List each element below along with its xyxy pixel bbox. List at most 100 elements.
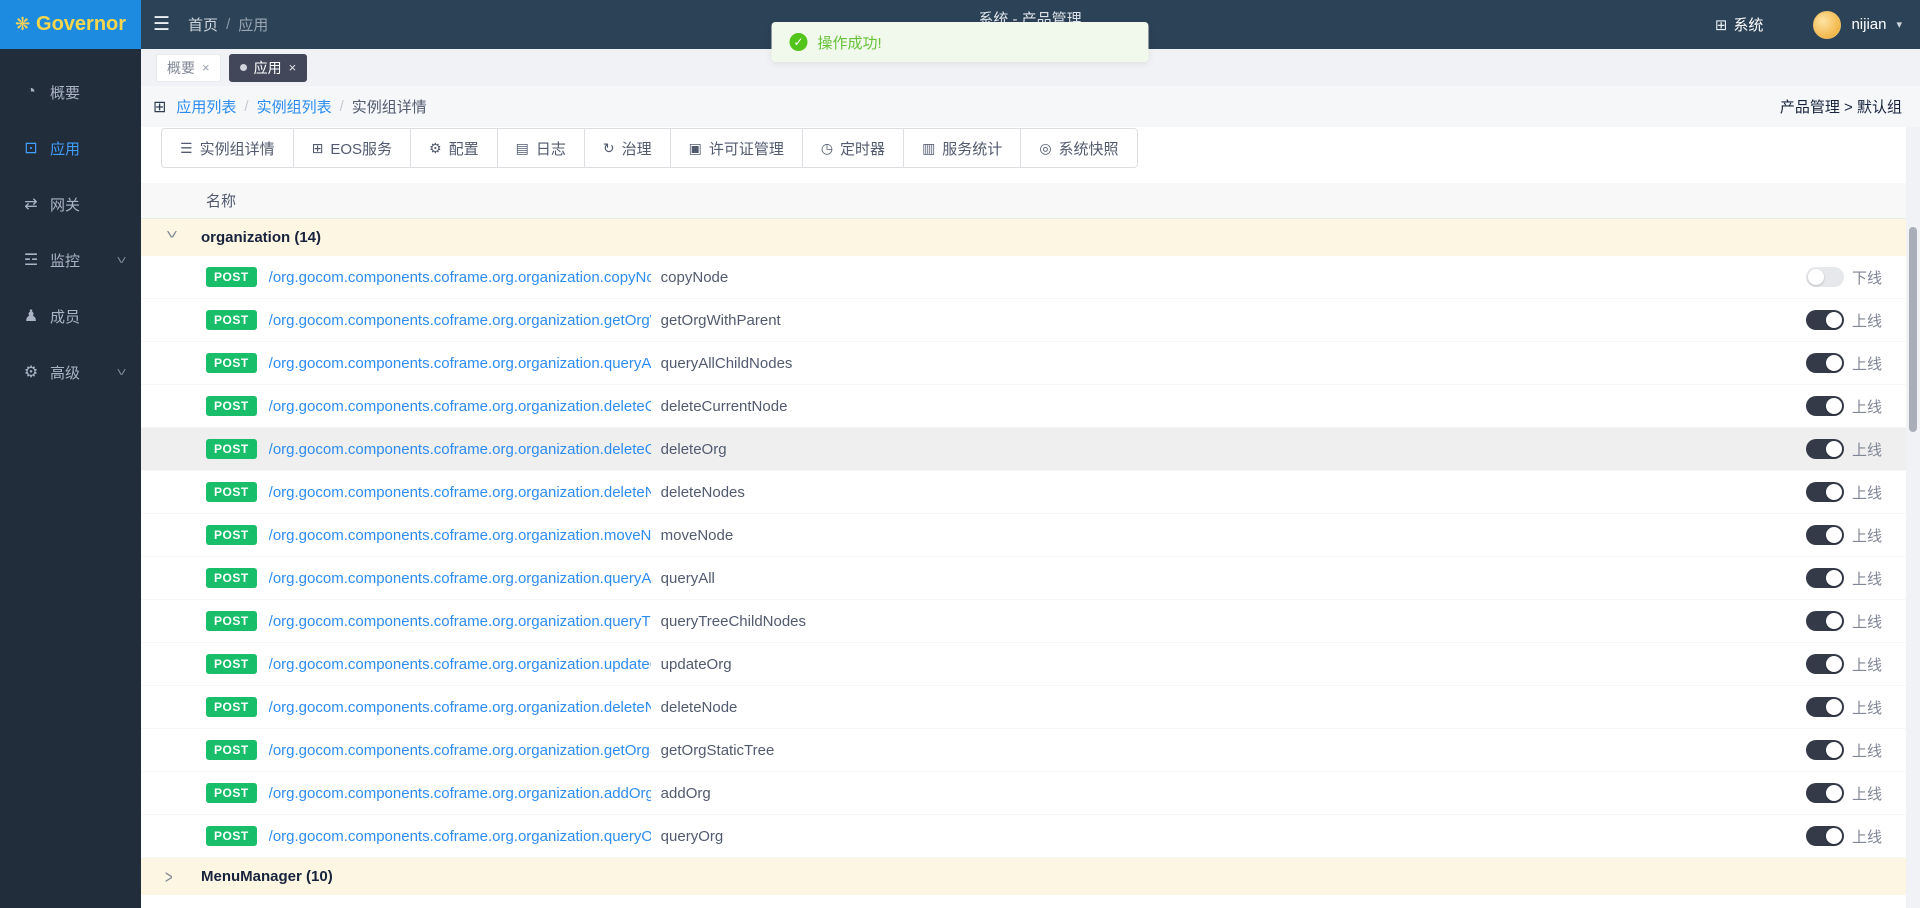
method-badge: POST xyxy=(206,353,257,373)
service-row[interactable]: POST /org.gocom.components.coframe.org.o… xyxy=(141,557,1906,600)
service-row[interactable]: POST /org.gocom.components.coframe.org.o… xyxy=(141,729,1906,772)
gear-icon: ⚙ xyxy=(429,140,442,157)
service-row[interactable]: POST /org.gocom.components.coframe.org.o… xyxy=(141,815,1906,858)
scrollbar-track[interactable] xyxy=(1909,190,1917,904)
expand-caret-icon[interactable]: > xyxy=(161,231,184,245)
service-row[interactable]: POST /org.gocom.components.coframe.org.o… xyxy=(141,643,1906,686)
service-path-link[interactable]: /org.gocom.components.coframe.org.organi… xyxy=(269,484,651,501)
chevron-down-icon: > xyxy=(112,256,132,263)
group-row[interactable]: > organization (14) xyxy=(141,219,1906,256)
logo[interactable]: ❋ Governor xyxy=(0,0,141,49)
breadcrumb-instance-group-list[interactable]: 实例组列表 xyxy=(257,96,332,117)
service-path-link[interactable]: /org.gocom.components.coframe.org.organi… xyxy=(269,441,651,458)
grid-icon: ⊞ xyxy=(312,140,324,157)
method-badge: POST xyxy=(206,783,257,803)
status-toggle[interactable] xyxy=(1806,396,1844,416)
section-tab-8[interactable]: ◎ 系统快照 xyxy=(1020,128,1137,168)
topbar-breadcrumb: 首页 / 应用 xyxy=(188,14,268,35)
system-menu[interactable]: ⊞ 系统 xyxy=(1715,14,1764,35)
service-path-link[interactable]: /org.gocom.components.coframe.org.organi… xyxy=(269,269,651,286)
section-tab-4[interactable]: ↻ 治理 xyxy=(584,128,671,168)
username[interactable]: nijian xyxy=(1851,16,1886,33)
service-path-link[interactable]: /org.gocom.components.coframe.org.organi… xyxy=(269,828,651,845)
sidebar-menu: ◔ 概要 ⊡ 应用 ⇄ 网关 ☲ 监控 > ♟ 成员 ⚙ 高级 > xyxy=(0,64,141,400)
status-toggle[interactable] xyxy=(1806,740,1844,760)
expand-caret-icon[interactable]: > xyxy=(165,865,179,888)
open-tab-0[interactable]: 概要 × xyxy=(156,54,221,82)
service-path-link[interactable]: /org.gocom.components.coframe.org.organi… xyxy=(269,570,651,587)
status-toggle[interactable] xyxy=(1806,654,1844,674)
service-row[interactable]: POST /org.gocom.components.coframe.org.o… xyxy=(141,342,1906,385)
breadcrumb-app-list[interactable]: 应用列表 xyxy=(176,96,236,117)
user-avatar[interactable] xyxy=(1813,11,1841,39)
service-row[interactable]: POST /org.gocom.components.coframe.org.o… xyxy=(141,299,1906,342)
section-tabs: ☰ 实例组详情 ⊞ EOS服务 ⚙ 配置 ▤ 日志 ↻ 治理 ▣ 许可证管理 ◷… xyxy=(141,127,1906,169)
service-path-link[interactable]: /org.gocom.components.coframe.org.organi… xyxy=(269,527,651,544)
section-tab-6[interactable]: ◷ 定时器 xyxy=(802,128,904,168)
member-icon: ♟ xyxy=(22,306,40,326)
status-toggle[interactable] xyxy=(1806,267,1844,287)
sidebar-item-5[interactable]: ⚙ 高级 > xyxy=(0,344,141,400)
status-toggle[interactable] xyxy=(1806,826,1844,846)
service-path-link[interactable]: /org.gocom.components.coframe.org.organi… xyxy=(269,742,651,759)
close-icon[interactable]: × xyxy=(289,60,297,75)
status-toggle[interactable] xyxy=(1806,783,1844,803)
status-toggle[interactable] xyxy=(1806,611,1844,631)
status-toggle[interactable] xyxy=(1806,439,1844,459)
advanced-icon: ⚙ xyxy=(22,362,40,382)
sidebar-item-0[interactable]: ◔ 概要 xyxy=(0,64,141,120)
open-tab-1[interactable]: 应用 × xyxy=(229,54,308,82)
status-toggle[interactable] xyxy=(1806,353,1844,373)
breadcrumb-separator: / xyxy=(226,16,230,33)
gateway-icon: ⇄ xyxy=(22,194,40,214)
sidebar-item-3[interactable]: ☲ 监控 > xyxy=(0,232,141,288)
method-badge: POST xyxy=(206,740,257,760)
service-path-link[interactable]: /org.gocom.components.coframe.org.organi… xyxy=(269,312,651,329)
section-tab-5[interactable]: ▣ 许可证管理 xyxy=(670,128,803,168)
status-toggle[interactable] xyxy=(1806,568,1844,588)
service-row[interactable]: POST /org.gocom.components.coframe.org.o… xyxy=(141,471,1906,514)
service-path-link[interactable]: /org.gocom.components.coframe.org.organi… xyxy=(269,355,651,372)
close-icon[interactable]: × xyxy=(202,60,210,75)
service-row[interactable]: POST /org.gocom.components.coframe.org.o… xyxy=(141,686,1906,729)
chevron-down-icon[interactable]: ▾ xyxy=(1896,18,1902,31)
method-badge: POST xyxy=(206,568,257,588)
scrollbar-thumb[interactable] xyxy=(1909,227,1917,432)
chevron-down-icon: > xyxy=(112,368,132,375)
method-badge: POST xyxy=(206,611,257,631)
hamburger-menu-icon[interactable]: ☰ xyxy=(153,13,170,36)
service-row[interactable]: POST /org.gocom.components.coframe.org.o… xyxy=(141,428,1906,471)
apps-icon: ⊡ xyxy=(22,138,40,158)
section-tab-7[interactable]: ▥ 服务统计 xyxy=(903,128,1021,168)
status-label: 上线 xyxy=(1852,826,1886,847)
success-check-icon: ✓ xyxy=(790,33,808,51)
service-path-link[interactable]: /org.gocom.components.coframe.org.organi… xyxy=(269,785,651,802)
section-tab-3[interactable]: ▤ 日志 xyxy=(497,128,585,168)
group-row[interactable]: > MenuManager (10) xyxy=(141,858,1906,895)
method-badge: POST xyxy=(206,482,257,502)
section-tab-2[interactable]: ⚙ 配置 xyxy=(410,128,498,168)
service-row[interactable]: POST /org.gocom.components.coframe.org.o… xyxy=(141,385,1906,428)
status-toggle[interactable] xyxy=(1806,525,1844,545)
status-label: 上线 xyxy=(1852,697,1886,718)
status-toggle[interactable] xyxy=(1806,697,1844,717)
sidebar-item-1[interactable]: ⊡ 应用 xyxy=(0,120,141,176)
sidebar-item-2[interactable]: ⇄ 网关 xyxy=(0,176,141,232)
service-path-link[interactable]: /org.gocom.components.coframe.org.organi… xyxy=(269,613,651,630)
service-path-link[interactable]: /org.gocom.components.coframe.org.organi… xyxy=(269,398,651,415)
method-badge: POST xyxy=(206,310,257,330)
service-row[interactable]: POST /org.gocom.components.coframe.org.o… xyxy=(141,514,1906,557)
service-path-link[interactable]: /org.gocom.components.coframe.org.organi… xyxy=(269,699,651,716)
service-row[interactable]: POST /org.gocom.components.coframe.org.o… xyxy=(141,256,1906,299)
section-tab-1[interactable]: ⊞ EOS服务 xyxy=(293,128,411,168)
breadcrumb-current: 应用 xyxy=(238,14,268,35)
service-row[interactable]: POST /org.gocom.components.coframe.org.o… xyxy=(141,600,1906,643)
section-tab-0[interactable]: ☰ 实例组详情 xyxy=(161,128,294,168)
service-name: queryAll xyxy=(661,570,715,587)
service-row[interactable]: POST /org.gocom.components.coframe.org.o… xyxy=(141,772,1906,815)
status-toggle[interactable] xyxy=(1806,310,1844,330)
service-path-link[interactable]: /org.gocom.components.coframe.org.organi… xyxy=(269,656,651,673)
status-toggle[interactable] xyxy=(1806,482,1844,502)
sidebar-item-4[interactable]: ♟ 成员 xyxy=(0,288,141,344)
breadcrumb-home[interactable]: 首页 xyxy=(188,14,218,35)
